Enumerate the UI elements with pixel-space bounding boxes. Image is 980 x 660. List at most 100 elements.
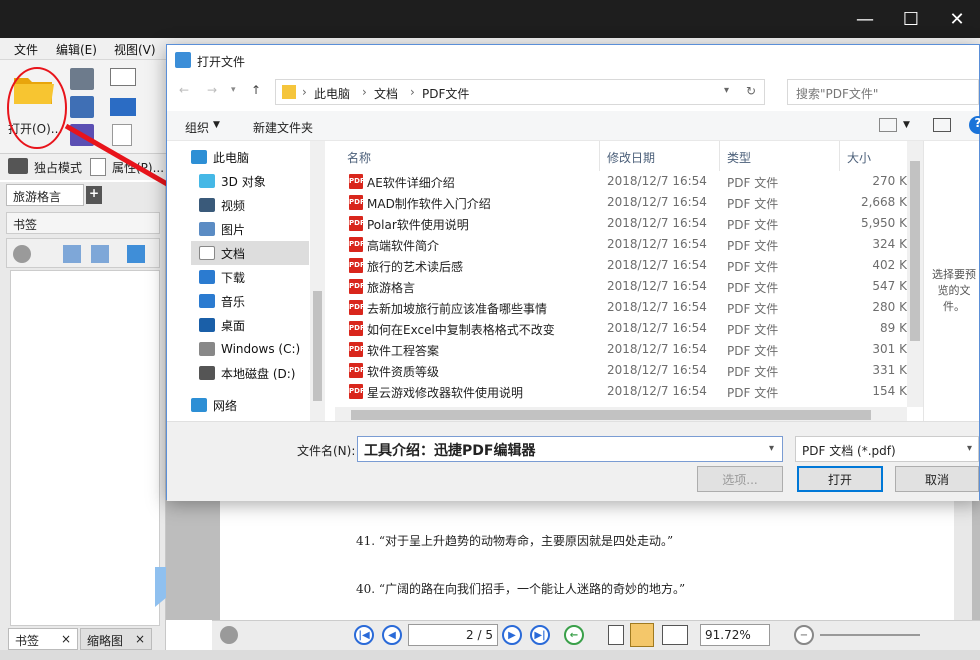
file-size: 2,668 K [860,195,907,209]
column-divider [719,141,720,171]
file-row[interactable]: PDF 如何在Excel中复制表格格式不改变 2018/12/7 16:54 PDF … [347,318,907,339]
file-row[interactable]: PDF 去新加坡旅行前应该准备哪些事情 2018/12/7 16:54 PDF 文件 2… [347,297,907,318]
file-type: PDF 文件 [727,323,779,337]
file-row[interactable]: PDF 高端软件简介 2018/12/7 16:54 PDF 文件 324 K [347,234,907,255]
view-options-icon[interactable] [879,118,897,132]
file-name: 高端软件简介 [367,239,440,253]
help-icon[interactable]: ? [969,116,980,134]
file-list: 名称 修改日期 类型 大小 PDF AE软件详细介绍 2018/12/7 16:54… [335,141,907,407]
pdf-file-icon: PDF [349,321,363,336]
recent-dropdown-icon[interactable]: ▾ [231,85,236,95]
file-date: 2018/12/7 16:54 [607,174,707,188]
computer-icon [191,150,207,164]
nav-item-label: Windows (C:) [221,342,301,356]
pdf-file-icon: PDF [349,384,363,399]
open-button[interactable]: 打开 [797,466,883,492]
forward-arrow-icon[interactable]: → [207,83,217,97]
cancel-button[interactable]: 取消 [895,466,979,492]
filetype-select[interactable]: PDF 文档 (*.pdf) ▾ [795,436,979,462]
file-size: 402 K [872,258,907,272]
column-divider [839,141,840,171]
hscroll-thumb[interactable] [351,410,871,420]
view-dropdown-icon[interactable]: ▼ [903,120,910,130]
column-header-size[interactable]: 大小 [847,149,871,166]
nav-item-label: 图片 [221,222,246,237]
breadcrumb-item[interactable]: 此电脑 [314,85,350,102]
up-arrow-icon[interactable]: ↑ [251,83,261,97]
column-divider [599,141,600,171]
file-row[interactable]: PDF 软件资质等级 2018/12/7 16:54 PDF 文件 331 K [347,360,907,381]
file-row[interactable]: PDF 旅行的艺术读后感 2018/12/7 16:54 PDF 文件 402 K [347,255,907,276]
file-size: 280 K [872,300,907,314]
nav-item[interactable]: 网络 [191,393,325,417]
pdf-file-icon: PDF [349,195,363,210]
breadcrumb-separator-icon: › [410,85,415,99]
nav-item-selected[interactable]: 文档 [191,241,309,265]
nav-scroll-thumb[interactable] [313,291,322,401]
file-date: 2018/12/7 16:54 [607,342,707,356]
file-scroll-thumb[interactable] [910,161,920,341]
address-dropdown-icon[interactable]: ▾ [724,85,729,96]
preview-message: 选择要预览的文件。 [932,268,976,313]
file-name: 软件资质等级 [367,365,440,379]
download-icon [199,270,215,284]
options-button[interactable]: 选项... [697,466,783,492]
nav-item-label: 本地磁盘 (D:) [221,366,296,381]
pdf-file-icon: PDF [349,216,363,231]
back-arrow-icon[interactable]: ← [179,83,189,97]
nav-scrollbar[interactable] [310,141,325,421]
filetype-dropdown-icon[interactable]: ▾ [967,443,972,454]
file-type: PDF 文件 [727,281,779,295]
column-header-type[interactable]: 类型 [727,149,751,166]
refresh-icon[interactable]: ↻ [746,84,756,98]
file-size: 324 K [872,237,907,251]
pdf-file-icon: PDF [349,237,363,252]
drive-icon [199,366,215,380]
nav-item-label: 此电脑 [213,150,250,165]
file-row[interactable]: PDF Polar软件使用说明 2018/12/7 16:54 PDF 文件 5,950… [347,213,907,234]
nav-item-label: 网络 [213,398,238,413]
new-folder-button[interactable]: 新建文件夹 [253,119,313,136]
organize-button[interactable]: 组织 [185,119,209,136]
column-header-name[interactable]: 名称 [347,149,371,166]
file-list-scrollbar[interactable] [907,141,923,407]
file-date: 2018/12/7 16:54 [607,384,707,398]
command-bar: 组织 ▼ 新建文件夹 ▼ ? [167,111,980,141]
pdf-file-icon: PDF [349,300,363,315]
dialog-footer: 文件名(N): 工具介绍：迅捷PDF编辑器 ▾ PDF 文档 (*.pdf) ▾… [167,421,979,501]
breadcrumb-item[interactable]: PDF文件 [422,85,469,102]
search-input[interactable]: 搜索"PDF文件" [787,79,979,105]
file-row[interactable]: PDF 旅游格言 2018/12/7 16:54 PDF 文件 547 K [347,276,907,297]
preview-pane-icon[interactable] [933,118,951,132]
file-row[interactable]: PDF 星云游戏修改器软件使用说明 2018/12/7 16:54 PDF 文件 154… [347,381,907,402]
folder-icon [282,85,296,99]
file-row[interactable]: PDF AE软件详细介绍 2018/12/7 16:54 PDF 文件 270 K [347,171,907,192]
file-size: 301 K [872,342,907,356]
filename-dropdown-icon[interactable]: ▾ [769,443,774,454]
nav-item[interactable]: 此电脑 [191,145,325,169]
file-type: PDF 文件 [727,218,779,232]
file-name: 星云游戏修改器软件使用说明 [367,386,524,400]
file-size: 270 K [872,174,907,188]
nav-item-label: 视频 [221,198,246,213]
file-row[interactable]: PDF MAD制作软件入门介绍 2018/12/7 16:54 PDF 文件 2,668… [347,192,907,213]
file-date: 2018/12/7 16:54 [607,279,707,293]
filename-input[interactable]: 工具介绍：迅捷PDF编辑器 ▾ [357,436,783,462]
dialog-title: 打开文件 [197,55,246,69]
file-name: 如何在Excel中复制表格格式不改变 [367,323,555,337]
column-header-date[interactable]: 修改日期 [607,149,655,166]
dialog-titlebar: 打开文件 [167,45,979,75]
file-date: 2018/12/7 16:54 [607,321,707,335]
address-bar[interactable]: › 此电脑 › 文档 › PDF文件 ▾ ↻ [275,79,765,105]
navigation-pane: 此电脑 3D 对象 视频 图片 文档 下载 音乐 桌面 Windows (C:)… [167,141,325,421]
file-row[interactable]: PDF 软件工程答案 2018/12/7 16:54 PDF 文件 301 K [347,339,907,360]
file-size: 154 K [872,384,907,398]
pdf-file-icon: PDF [349,279,363,294]
breadcrumb-separator-icon: › [362,85,367,99]
pdf-file-icon: PDF [349,363,363,378]
app-logo-icon [175,52,191,68]
file-date: 2018/12/7 16:54 [607,237,707,251]
file-size: 331 K [872,363,907,377]
breadcrumb-item[interactable]: 文档 [374,85,398,102]
file-date: 2018/12/7 16:54 [607,258,707,272]
